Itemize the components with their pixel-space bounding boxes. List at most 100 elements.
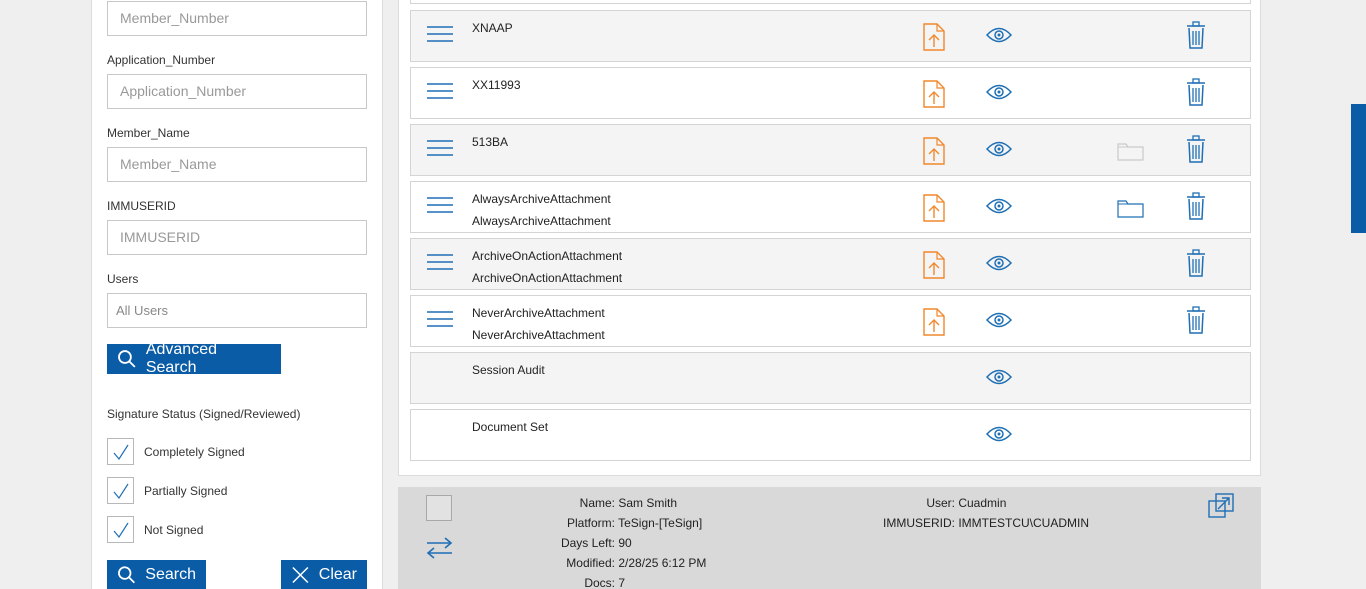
select-checkbox[interactable] [426, 495, 452, 521]
close-icon [292, 566, 309, 584]
list-item[interactable]: AlwaysArchiveAttachment AlwaysArchiveAtta… [410, 181, 1251, 233]
trash-icon[interactable] [1186, 21, 1206, 54]
upload-icon[interactable] [923, 251, 945, 284]
document-title: XX11993 [472, 78, 521, 92]
users-select[interactable]: All Users [107, 293, 367, 328]
immuserid-input[interactable]: IMMUSERID [107, 220, 367, 255]
trash-icon[interactable] [1186, 78, 1206, 111]
member-name-label: Member_Name [107, 126, 190, 140]
document-title: 513BA [472, 135, 509, 149]
checkmark-icon [113, 522, 129, 538]
immuserid-label: IMMUSERID [107, 199, 176, 213]
search-label: Search [145, 566, 196, 583]
search-icon [118, 566, 135, 584]
list-item[interactable]: XNAAP [410, 10, 1251, 62]
clear-button[interactable]: Clear [281, 560, 367, 589]
advanced-search-button[interactable]: Advanced Search [107, 341, 281, 376]
search-icon [118, 350, 136, 368]
user-value: Cuadmin [958, 496, 1007, 510]
trash-icon[interactable] [1186, 249, 1206, 282]
upload-icon[interactable] [923, 80, 945, 113]
menu-icon[interactable] [427, 139, 453, 161]
document-name: XX11993 [472, 74, 521, 96]
eye-icon[interactable] [985, 254, 1013, 277]
package-info-panel: Name: Sam Smith Platform: TeSign-[TeSign… [398, 487, 1261, 589]
checkmark-icon [113, 444, 129, 460]
document-name: Document Set [472, 416, 548, 438]
trash-icon[interactable] [1186, 135, 1206, 168]
user-details: User: Cuadmin IMMUSERID: IMMTESTCU\CUADM… [882, 493, 1089, 533]
checkmark-icon [113, 483, 129, 499]
member-name-input[interactable]: Member_Name [107, 147, 367, 182]
trash-icon[interactable] [1186, 306, 1206, 339]
eye-icon[interactable] [985, 140, 1013, 163]
folder-icon [1117, 141, 1144, 166]
checkbox-not-signed[interactable]: Not Signed [107, 516, 203, 543]
eye-icon[interactable] [985, 425, 1013, 448]
document-title: Session Audit [472, 363, 545, 377]
list-item[interactable]: Document Set [410, 409, 1251, 461]
checkbox-partially-signed[interactable]: Partially Signed [107, 477, 227, 504]
document-subtitle: NeverArchiveAttachment [472, 328, 605, 342]
menu-icon[interactable] [427, 196, 453, 218]
document-subtitle: ArchiveOnActionAttachment [472, 271, 623, 285]
checkbox[interactable] [107, 438, 134, 465]
immuserid-value: IMMTESTCU\CUADMIN [958, 516, 1090, 530]
immuserid-info-label: IMMUSERID: [883, 516, 955, 530]
menu-icon[interactable] [427, 310, 453, 332]
list-item[interactable]: XX11993 [410, 67, 1251, 119]
search-button[interactable]: Search [107, 560, 206, 589]
menu-icon[interactable] [427, 82, 453, 104]
upload-icon[interactable] [923, 194, 945, 227]
clear-label: Clear [318, 566, 357, 583]
document-subtitle: AlwaysArchiveAttachment [472, 214, 611, 228]
member-number-input[interactable]: Member_Number [107, 1, 367, 36]
upload-icon[interactable] [923, 23, 945, 56]
docs-label: Docs: [584, 576, 615, 589]
side-panel-tab[interactable] [1351, 104, 1366, 233]
checkbox-completely-signed[interactable]: Completely Signed [107, 438, 245, 465]
document-name: AlwaysArchiveAttachment AlwaysArchiveAtta… [472, 188, 611, 232]
trash-icon[interactable] [1186, 192, 1206, 225]
signature-status-title: Signature Status (Signed/Reviewed) [107, 407, 301, 421]
document-title: XNAAP [472, 21, 513, 35]
eye-icon[interactable] [985, 26, 1013, 49]
document-title: ArchiveOnActionAttachment [472, 249, 623, 263]
checkbox[interactable] [107, 516, 134, 543]
checkbox[interactable] [107, 477, 134, 504]
user-label: User: [926, 496, 955, 510]
days-left-label: Days Left: [560, 536, 615, 550]
eye-icon[interactable] [985, 311, 1013, 334]
document-title: AlwaysArchiveAttachment [472, 192, 611, 206]
application-number-input[interactable]: Application_Number [107, 74, 367, 109]
filter-panel: Member_Number Application_Number Applica… [91, 0, 383, 589]
eye-icon[interactable] [985, 83, 1013, 106]
advanced-search-label: Advanced Search [145, 341, 217, 376]
list-item-partial [410, 0, 1251, 4]
document-list: XNAAP XX11993 513BA AlwaysArchiveAttachment… [398, 0, 1261, 476]
upload-icon[interactable] [923, 308, 945, 341]
document-name: ArchiveOnActionAttachment ArchiveOnAction… [472, 245, 622, 289]
menu-icon[interactable] [427, 25, 453, 47]
eye-icon[interactable] [985, 368, 1013, 391]
swap-arrows-icon[interactable] [426, 537, 453, 564]
package-details: Name: Sam Smith Platform: TeSign-[TeSign… [546, 493, 706, 589]
open-external-icon[interactable] [1208, 493, 1234, 524]
list-item[interactable]: 513BA [410, 124, 1251, 176]
document-name: NeverArchiveAttachment NeverArchiveAttach… [472, 302, 605, 346]
list-item[interactable]: NeverArchiveAttachment NeverArchiveAttach… [410, 295, 1251, 347]
document-name: XNAAP [472, 17, 513, 39]
menu-icon[interactable] [427, 253, 453, 275]
document-name: 513BA [472, 131, 508, 153]
platform-value: TeSign-[TeSign] [618, 516, 703, 530]
name-label: Name: [579, 496, 615, 510]
users-label: Users [107, 272, 139, 286]
list-item[interactable]: Session Audit [410, 352, 1251, 404]
upload-icon[interactable] [923, 137, 945, 170]
eye-icon[interactable] [985, 197, 1013, 220]
folder-icon[interactable] [1117, 198, 1144, 223]
list-item[interactable]: ArchiveOnActionAttachment ArchiveOnAction… [410, 238, 1251, 290]
application-number-label: Application_Number [107, 53, 216, 67]
platform-label: Platform: [566, 516, 615, 530]
days-left-value: 90 [618, 536, 632, 550]
